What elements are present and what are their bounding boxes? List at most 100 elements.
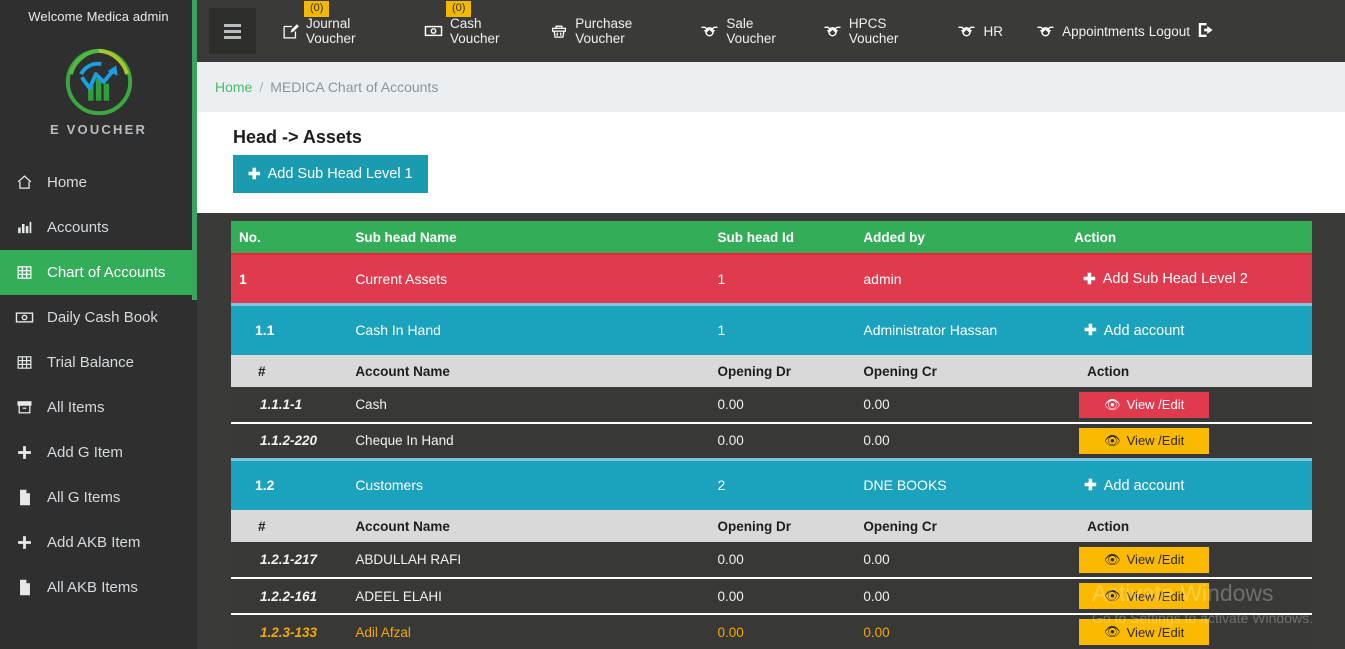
cell-id: 1 (717, 254, 864, 304)
sidebar-item-label: Chart of Accounts (47, 264, 166, 281)
cell-added-by: admin (863, 254, 1075, 304)
nav-cash-voucher[interactable]: (0) Cash Voucher (420, 0, 521, 62)
nav-label: Purchase Voucher (575, 16, 633, 46)
cell-action: 👁 View /Edit (1074, 542, 1312, 579)
cell-action: 👁 View /Edit (1074, 387, 1312, 424)
col-opening-cr: Opening Cr (863, 510, 1075, 542)
sidebar-item-accounts[interactable]: Accounts (0, 205, 197, 250)
eye-icon: 👁 (1104, 396, 1121, 412)
col-action: Action (1074, 355, 1312, 387)
cell-account-name: ADEEL ELAHI (355, 578, 718, 615)
add-account-link[interactable]: ✚ Add account (1074, 478, 1184, 494)
cash-voucher-badge: (0) (445, 1, 472, 17)
col-action: Action (1074, 221, 1312, 255)
col-action: Action (1074, 510, 1312, 542)
col-sub-head-name: Sub head Name (355, 221, 718, 255)
add-sub-head-level-1-button[interactable]: ✚ Add Sub Head Level 1 (233, 155, 428, 193)
table-row-level2: 1.2 Customers 2 DNE BOOKS ✚ Add account (231, 457, 1312, 510)
account-subtable-header-row: # Account Name Opening Dr Opening Cr Act… (231, 355, 1312, 387)
sidebar-nav: Home Accounts Chart of Accounts Daily Ca… (0, 160, 197, 610)
file-icon (15, 488, 34, 507)
sidebar-item-add-akb-item[interactable]: Add AKB Item (0, 520, 197, 565)
view-edit-button[interactable]: 👁 View /Edit (1079, 583, 1210, 609)
col-opening-dr: Opening Dr (717, 510, 864, 542)
view-edit-label: View /Edit (1126, 588, 1185, 604)
cell-no: 1.2 (231, 457, 356, 510)
cell-no: 1.1.2-220 (231, 423, 356, 460)
cell-action: 👁 View /Edit (1074, 614, 1312, 649)
plus-icon: ✚ (1084, 477, 1097, 494)
handshake-icon (957, 23, 976, 39)
sidebar-item-chart-of-accounts[interactable]: Chart of Accounts (0, 250, 197, 295)
table-row-account: 1.2.2-161 ADEEL ELAHI 0.00 0.00 👁 View /… (231, 578, 1312, 615)
sidebar-item-daily-cash-book[interactable]: Daily Cash Book (0, 295, 197, 340)
money-icon (15, 308, 34, 327)
bar-chart-icon (15, 218, 34, 237)
sidebar-item-label: Accounts (47, 219, 109, 236)
add-sub-head-level-2-link[interactable]: ✚ Add Sub Head Level 2 (1074, 271, 1248, 287)
nav-label: HPCS Voucher (848, 16, 899, 46)
sidebar-item-label: Trial Balance (47, 354, 134, 371)
hamburger-icon[interactable] (209, 8, 256, 54)
plus-icon: ✚ (1083, 270, 1096, 288)
nav-journal-voucher[interactable]: (0) Journal Voucher (278, 0, 388, 62)
cell-added-by: Administrator Hassan (863, 302, 1075, 355)
welcome-text: Welcome Medica admin (28, 9, 169, 24)
add-sub-head-level-1-label: Add Sub Head Level 1 (267, 166, 413, 182)
cell-opening-dr: 0.00 (717, 542, 864, 579)
eye-icon: 👁 (1104, 624, 1121, 639)
sidebar-item-all-akb-items[interactable]: All AKB Items (0, 565, 197, 610)
nav-label: HR (983, 23, 1003, 39)
cell-action: ✚ Add account (1074, 302, 1312, 355)
cell-account-name: ABDULLAH RAFI (355, 542, 718, 579)
sidebar-item-label: All G Items (47, 489, 121, 506)
breadcrumb-current: MEDICA Chart of Accounts (270, 79, 439, 95)
nav-sale-voucher[interactable]: Sale Voucher (696, 0, 793, 62)
sidebar-item-label: Home (47, 174, 88, 191)
table-header-row: No. Sub head Name Sub head Id Added by A… (231, 221, 1312, 255)
breadcrumb-home-link[interactable]: Home (215, 79, 252, 95)
view-edit-label: View /Edit (1126, 624, 1185, 640)
handshake-icon (1036, 23, 1055, 39)
view-edit-button[interactable]: 👁 View /Edit (1079, 391, 1210, 418)
table-row-account: 1.1.2-220 Cheque In Hand 0.00 0.00 👁 Vie… (231, 423, 1312, 460)
table-row-account: 1.2.3-133 Adil Afzal 0.00 0.00 👁 View /E… (231, 614, 1312, 649)
cell-action: ✚ Add Sub Head Level 2 (1074, 254, 1312, 304)
cell-id: 2 (717, 457, 864, 510)
table-row-account: 1.1.1-1 Cash 0.00 0.00 👁 View /Edit (231, 387, 1312, 424)
cell-added-by: DNE BOOKS (863, 457, 1075, 510)
sidebar-item-home[interactable]: Home (0, 160, 197, 205)
main-region: (0) Journal Voucher (0) Cash Voucher Pur… (197, 0, 1345, 649)
table-row-level2: 1.1 Cash In Hand 1 Administrator Hassan … (231, 302, 1312, 355)
cell-opening-cr: 0.00 (863, 578, 1075, 615)
cell-no: 1.1.1-1 (231, 387, 356, 424)
sidebar-item-add-g-item[interactable]: Add G Item (0, 430, 197, 475)
add-account-link[interactable]: ✚ Add account (1074, 323, 1184, 339)
logout-button[interactable]: Logout (1149, 22, 1215, 41)
sidebar-item-trial-balance[interactable]: Trial Balance (0, 340, 197, 385)
nav-hpcs-voucher[interactable]: HPCS Voucher (819, 0, 925, 62)
cell-account-name: Adil Afzal (355, 614, 718, 649)
view-edit-button[interactable]: 👁 View /Edit (1079, 546, 1210, 573)
nav-label: Cash Voucher (449, 16, 500, 46)
sidebar-item-all-g-items[interactable]: All G Items (0, 475, 197, 520)
breadcrumb-separator: / (259, 79, 264, 95)
sidebar-item-label: All Items (47, 399, 105, 416)
cell-opening-dr: 0.00 (717, 387, 864, 424)
view-edit-button[interactable]: 👁 View /Edit (1079, 619, 1210, 645)
cell-name: Customers (355, 457, 718, 510)
nav-purchase-voucher[interactable]: Purchase Voucher (546, 0, 668, 62)
home-icon (15, 173, 34, 192)
action-label: Add account (1103, 477, 1185, 494)
action-label: Add account (1103, 322, 1185, 339)
sidebar-item-label: Daily Cash Book (47, 309, 158, 326)
cell-opening-cr: 0.00 (863, 614, 1075, 649)
sidebar-item-label: Add AKB Item (47, 534, 141, 551)
sidebar-item-label: All AKB Items (47, 579, 138, 596)
nav-hr[interactable]: HR (953, 0, 1007, 62)
cell-account-name: Cash (355, 387, 718, 424)
sidebar-item-all-items[interactable]: All Items (0, 385, 197, 430)
sidebar: Welcome Medica admin E VOUCHER Home Acco… (0, 0, 197, 649)
nav-appointments[interactable]: Appointments (1032, 0, 1149, 62)
view-edit-button[interactable]: 👁 View /Edit (1079, 427, 1210, 454)
